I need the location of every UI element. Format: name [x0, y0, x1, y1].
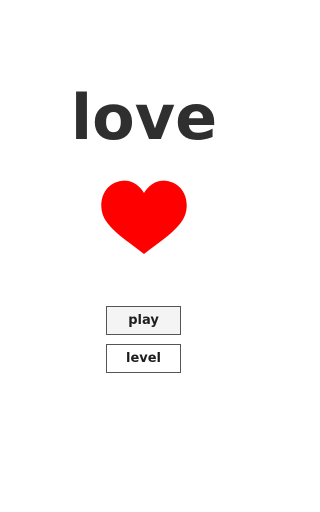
heart-shape [101, 180, 187, 254]
game-title: love [70, 81, 218, 154]
play-button[interactable]: play [106, 306, 181, 335]
heart-icon [101, 180, 187, 254]
game-menu-screen: love play level [0, 0, 288, 512]
level-button[interactable]: level [106, 344, 181, 373]
